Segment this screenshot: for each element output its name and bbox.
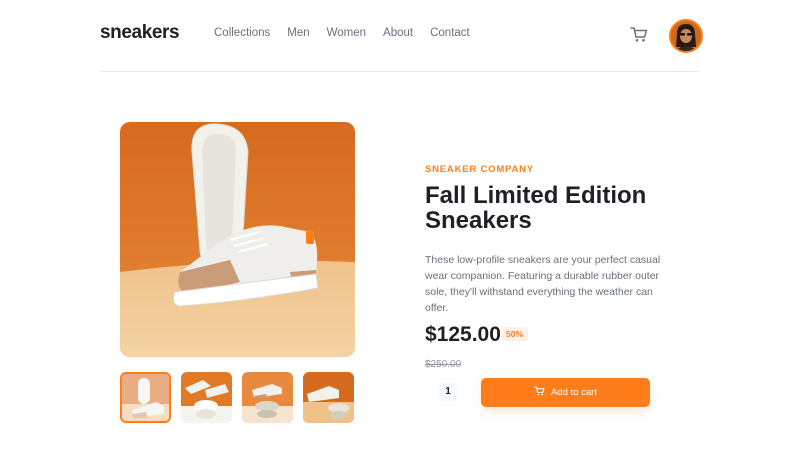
add-to-cart-button[interactable]: Add to cart [481,378,650,407]
main-nav: Collections Men Women About Contact [214,27,487,39]
nav-contact[interactable]: Contact [430,27,470,39]
nav-collections[interactable]: Collections [214,27,270,39]
quantity-stepper: − 1 + [425,378,471,406]
thumbnail-2[interactable] [181,372,232,423]
product-description: These low-profile sneakers are your perf… [425,254,661,314]
avatar[interactable] [669,19,703,53]
original-price: $250.00 [425,359,462,370]
thumbnail-list [120,372,354,423]
company-label: SNEAKER COMPANY [425,164,534,175]
product-main-image[interactable] [120,122,355,357]
thumbnail-3[interactable] [242,372,293,423]
header-divider [100,71,700,72]
logo[interactable]: sneakers [100,22,180,44]
nav-about[interactable]: About [383,27,413,39]
add-to-cart-label: Add to cart [551,387,597,398]
cart-icon[interactable] [630,26,648,43]
quantity-value: 1 [439,383,457,401]
product-title: Fall Limited Edition Sneakers [425,182,647,234]
current-price: $125.00 [425,323,501,346]
discount-badge: 50% [501,327,529,341]
thumbnail-4[interactable] [303,372,354,423]
cart-icon [534,386,545,399]
nav-men[interactable]: Men [287,27,309,39]
thumbnail-1[interactable] [120,372,171,423]
nav-women[interactable]: Women [327,27,366,39]
